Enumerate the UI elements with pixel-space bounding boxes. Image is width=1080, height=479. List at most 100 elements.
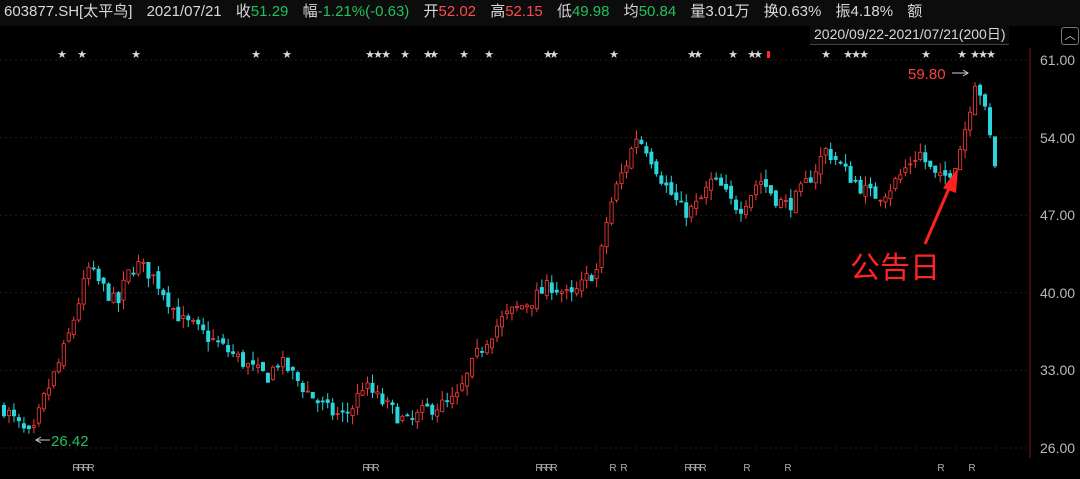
candle-down (26, 425, 31, 430)
candle-up (973, 85, 978, 116)
rights-marker-icon: R (87, 463, 94, 474)
event-star-icon: ★ (77, 49, 87, 61)
candle-up (898, 174, 903, 180)
candle-up (579, 279, 584, 292)
candle-up (699, 197, 704, 200)
candle-down (16, 417, 21, 422)
candle-down (848, 165, 853, 183)
candle-down (928, 160, 933, 167)
candle-down (166, 292, 171, 307)
candle-down (320, 400, 325, 403)
candle-down (221, 338, 226, 344)
candle-down (295, 372, 300, 381)
candle-up (36, 407, 41, 424)
event-star-icon: ★ (921, 49, 931, 61)
y-tick-label: 40.00 (1040, 285, 1075, 301)
event-star-icon: ★ (753, 49, 763, 61)
candle-up (236, 353, 241, 358)
candle-down (639, 139, 644, 144)
candle-up (136, 261, 141, 275)
candlestick-chart[interactable]: ★ ★ ★ ★ ★ ★★★ ★ ★★ ★ ★ ★★ ★ ★★ ★ ★★ ★ ★★★ ★ ★ ★★★RRRR RRR RRR… (0, 0, 1080, 479)
candle-down (445, 400, 450, 403)
candle-up (151, 274, 156, 277)
event-star-icon: ★ (484, 49, 494, 61)
candle-down (808, 177, 813, 183)
candle-up (171, 308, 176, 311)
candle-down (206, 330, 211, 342)
candle-up (385, 399, 390, 403)
candle-down (654, 161, 659, 175)
candle-up (470, 358, 475, 377)
candle-up (6, 409, 11, 417)
candle-up (863, 184, 868, 197)
candle-down (405, 414, 410, 417)
candle-down (724, 183, 729, 190)
rights-marker-icon: R (937, 463, 944, 474)
candle-up (634, 138, 639, 149)
candle-up (744, 205, 749, 216)
candle-down (146, 262, 151, 279)
candle-up (121, 279, 126, 301)
candle-up (181, 315, 186, 319)
candle-down (410, 418, 415, 420)
candle-up (211, 337, 216, 340)
candle-up (350, 408, 355, 416)
candle-down (549, 282, 554, 293)
candle-up (514, 305, 519, 308)
candle-up (793, 190, 798, 214)
candle-down (186, 315, 191, 321)
rights-marker-icon: R (372, 463, 379, 474)
candle-up (783, 200, 788, 202)
candle-down (430, 404, 435, 415)
candle-down (131, 272, 136, 275)
candle-down (873, 186, 878, 199)
candle-down (739, 208, 744, 214)
candle-up (51, 371, 56, 387)
y-tick-label: 54.00 (1040, 130, 1075, 146)
candle-up (46, 387, 51, 396)
candle-down (216, 340, 221, 343)
candle-up (798, 183, 803, 192)
candle-down (858, 179, 863, 194)
candle-down (788, 197, 793, 211)
candle-down (231, 351, 236, 354)
candle-up (126, 269, 131, 283)
candle-up (958, 149, 963, 171)
candle-down (390, 402, 395, 406)
candle-down (734, 199, 739, 211)
max-price-label: 59.80 (908, 66, 946, 83)
candle-up (893, 178, 898, 189)
candle-down (480, 351, 485, 353)
event-star-icon: ★ (549, 49, 559, 61)
candle-down (569, 287, 574, 293)
candle-down (714, 177, 719, 180)
event-star-icon: ★ (429, 49, 439, 61)
candle-up (435, 409, 440, 417)
candle-up (375, 391, 380, 395)
candle-up (141, 261, 146, 264)
candle-down (853, 179, 858, 182)
candle-up (609, 201, 614, 224)
candle-up (499, 316, 504, 328)
event-star-icon: ★ (131, 49, 141, 61)
candle-down (425, 403, 430, 407)
candle-up (694, 200, 699, 210)
candle-down (828, 149, 833, 161)
candle-down (310, 391, 315, 399)
y-tick-label: 26.00 (1040, 440, 1075, 456)
candle-up (280, 357, 285, 368)
candle-down (554, 289, 559, 293)
candle-down (978, 84, 983, 96)
candle-down (106, 283, 111, 301)
candle-up (415, 412, 420, 423)
candle-up (31, 425, 36, 428)
candle-up (599, 245, 604, 268)
candle-down (21, 423, 26, 429)
candle-down (539, 287, 544, 294)
candle-down (156, 271, 161, 289)
rights-marker-icon: R (743, 463, 750, 474)
max-price-marker: 59.80 (908, 66, 969, 83)
candle-up (883, 196, 888, 203)
candle-up (968, 111, 973, 131)
candle-up (778, 199, 783, 208)
